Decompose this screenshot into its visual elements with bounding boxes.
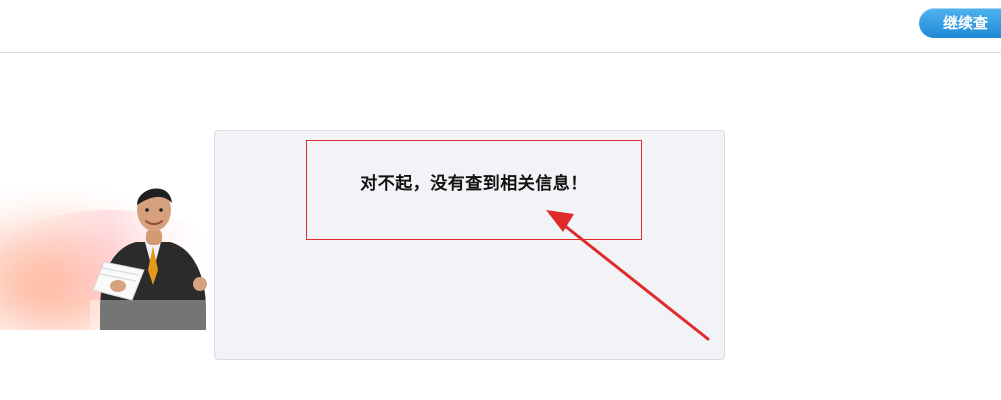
continue-search-button[interactable]: 继续查 xyxy=(919,8,1001,38)
businessman-illustration xyxy=(0,160,220,330)
top-bar: 继续查 xyxy=(0,0,1001,53)
no-result-message: 对不起，没有查到相关信息！ xyxy=(360,174,588,194)
